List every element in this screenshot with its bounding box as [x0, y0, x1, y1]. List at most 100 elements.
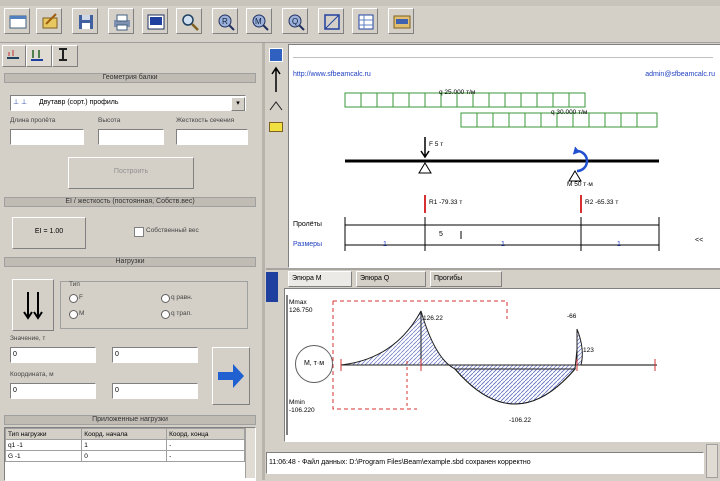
reaction-2-label: R2 -65.33 т	[585, 199, 619, 206]
radio-f[interactable]	[69, 294, 78, 303]
radio-f-label: F	[79, 294, 83, 301]
print-icon	[114, 14, 130, 31]
arrow-up-icon[interactable]	[269, 66, 283, 94]
plot-badge: M, т·м	[295, 345, 333, 383]
section-type-select[interactable]: ⊥ ⊥ Двутавр (сорт.) профиль ▾	[10, 95, 246, 111]
stiffness-input[interactable]	[176, 129, 248, 145]
reaction-R-button[interactable]: R	[212, 8, 238, 34]
radio-m-label: M	[79, 310, 85, 317]
dim-4: 1	[617, 241, 621, 248]
spans-row-label: Пролёты	[293, 221, 322, 228]
col-end[interactable]: Коорд. конца	[166, 428, 245, 440]
radio-q-trapezoid[interactable]	[161, 310, 170, 319]
section-icon	[59, 48, 67, 61]
apply-load-button[interactable]	[212, 347, 250, 405]
section-select-value: Двутавр (сорт.) профиль	[38, 99, 119, 106]
axis-top-label: Mmax 126.750	[289, 299, 313, 314]
frame-icon	[324, 14, 340, 30]
highlight-tool-icon[interactable]	[269, 122, 283, 132]
value-label-2: -66	[567, 313, 577, 320]
moment-lobe-1	[340, 310, 422, 366]
svg-text:M: M	[255, 17, 262, 26]
span-length-input[interactable]	[10, 129, 84, 145]
tab-load[interactable]	[26, 45, 52, 67]
tab-deflection-plot[interactable]: Прогибы	[430, 271, 502, 287]
moment-lobe-2-lower	[453, 368, 577, 405]
ei-button[interactable]: EI = 1.00	[12, 217, 86, 249]
load-coord-input-1[interactable]: 0	[10, 383, 96, 399]
open-file-button[interactable]	[36, 8, 62, 34]
beam-diagram-view[interactable]: http://www.sfbeamcalc.ru admin@sfbeamcal…	[288, 44, 720, 268]
table-cell: q1 -1	[5, 439, 83, 451]
export-button[interactable]	[142, 8, 168, 34]
roller-support-icon	[568, 170, 582, 182]
applied-loads-table: Тип нагрузки Коорд. начала Коорд. конца …	[4, 427, 256, 481]
table-row[interactable]: G -1 0 -	[5, 450, 245, 462]
dim-arrow-button[interactable]: <<	[695, 237, 703, 244]
radio-q-uniform[interactable]	[161, 294, 170, 303]
grid-button[interactable]	[352, 8, 378, 34]
load-value-input-1[interactable]: 0	[10, 347, 96, 363]
load-value-input-2[interactable]: 0	[112, 347, 198, 363]
dim-3: 1	[501, 241, 505, 248]
radio-m[interactable]	[69, 310, 78, 319]
table-cell: -	[166, 450, 245, 462]
tab-beam[interactable]	[2, 45, 26, 67]
shear-Q-icon: Q	[288, 14, 305, 31]
section-icon-small: ⊥ ⊥	[13, 99, 28, 106]
frame-button[interactable]	[318, 8, 344, 34]
self-weight-checkbox[interactable]	[134, 227, 144, 237]
build-button[interactable]: Построить	[68, 157, 194, 189]
ei-header: EI / жесткость (постоянная, Собств.вес)	[4, 197, 256, 207]
print-button[interactable]	[108, 8, 134, 34]
tab-section[interactable]	[52, 45, 78, 67]
tab-moment-plot[interactable]: Эпюра M	[288, 271, 352, 287]
self-weight-label: Собственный вес	[146, 227, 199, 234]
load-type-label: Тип	[69, 281, 80, 288]
grid-icon	[358, 14, 374, 30]
save-button[interactable]	[72, 8, 98, 34]
table-cell: 1	[81, 439, 168, 451]
horizontal-splitter[interactable]	[266, 268, 720, 270]
tab-deflection-label: Прогибы	[434, 275, 463, 282]
height-input[interactable]	[98, 129, 164, 145]
stiffness-label: Жесткость сечения	[176, 117, 235, 124]
shear-Q-button[interactable]: Q	[282, 8, 308, 34]
reaction-1-label: R1 -79.33 т	[429, 199, 463, 206]
point-force-arrow	[420, 137, 430, 159]
new-file-icon	[9, 15, 27, 29]
col-load-type[interactable]: Тип нагрузки	[5, 428, 83, 440]
tab-shear-plot[interactable]: Эпюра Q	[356, 271, 426, 287]
loads-header: Нагрузки	[4, 257, 256, 267]
beam-icon	[7, 50, 19, 59]
table-row[interactable]: q1 -1 1 -	[5, 439, 245, 451]
axis-bottom-label: Mmin -106.220	[289, 399, 315, 414]
load-coord-input-2[interactable]: 0	[112, 383, 198, 399]
new-file-button[interactable]	[4, 8, 30, 34]
col-start[interactable]: Коорд. начала	[81, 428, 168, 440]
table-cell: 0	[81, 450, 168, 462]
load-coord-label: Координата, м	[10, 371, 54, 378]
side-tools	[266, 44, 286, 268]
radio-q-uniform-label: q равн.	[171, 294, 193, 301]
chevron-down-icon[interactable]: ▾	[231, 97, 245, 111]
beam-scheme	[344, 92, 660, 251]
image-button[interactable]	[388, 8, 414, 34]
status-scrollbar[interactable]	[706, 444, 718, 478]
load-type-group: Тип F M q равн. q трап.	[60, 281, 248, 329]
plot-side-marker	[266, 272, 278, 302]
vertical-splitter[interactable]	[262, 43, 265, 480]
support-tool-icon[interactable]	[268, 100, 284, 112]
table-cell: G -1	[5, 450, 83, 462]
status-log: 11:06:48 - Файл данных: D:\Program Files…	[266, 452, 704, 474]
zoom-button[interactable]	[176, 8, 202, 34]
moment-plot[interactable]: Mmax 126.750 Mmin -106.220 M, т·м 126.22…	[284, 288, 720, 442]
select-tool-icon[interactable]	[269, 48, 283, 62]
moment-arrowhead-icon	[572, 146, 580, 155]
load-icon	[31, 50, 43, 61]
moment-label: M 50 т·м	[567, 181, 593, 188]
load-direction-button[interactable]	[12, 279, 54, 331]
table-scrollbar[interactable]	[245, 428, 255, 478]
value-label-1: 126.22	[423, 315, 443, 322]
moment-M-button[interactable]: M	[246, 8, 272, 34]
